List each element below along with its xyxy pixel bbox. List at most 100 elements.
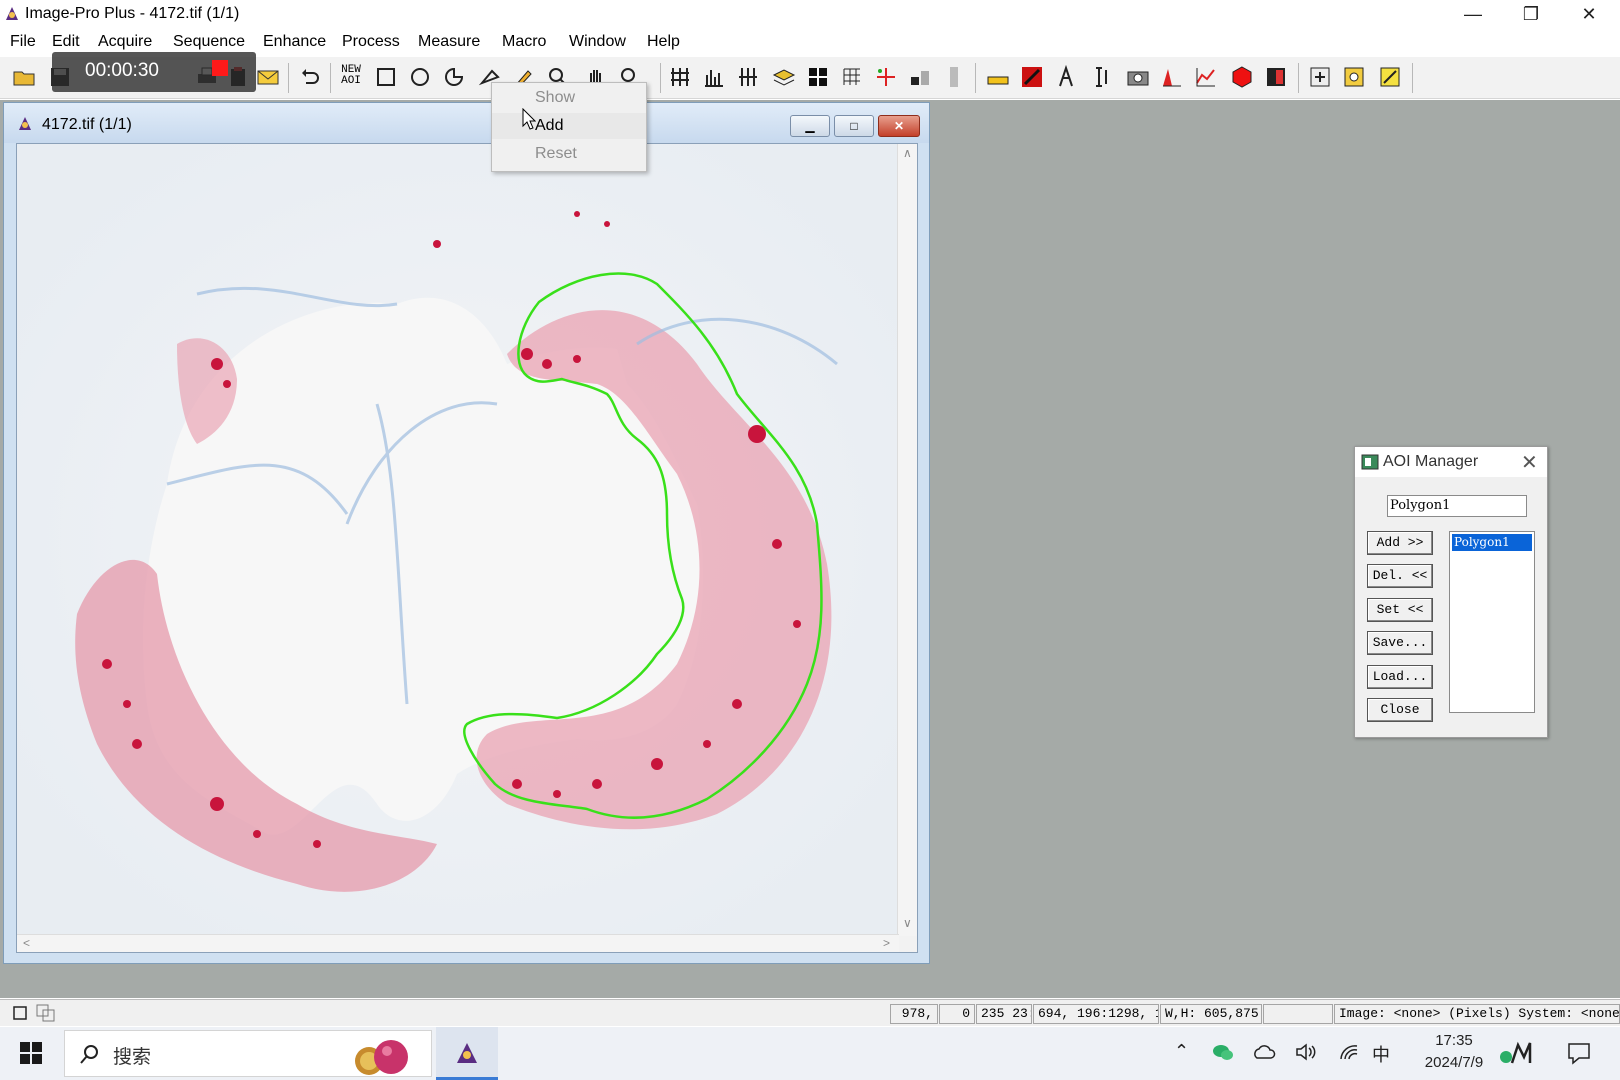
aoi-load-button[interactable]: Load... xyxy=(1367,665,1433,689)
aoi-save-button[interactable]: Save... xyxy=(1367,631,1433,655)
measure-bar-icon[interactable] xyxy=(908,65,932,89)
image-canvas[interactable]: ∧ ∨ < > xyxy=(16,143,918,953)
menu-item-add[interactable]: Add xyxy=(492,113,646,139)
status-blank xyxy=(1263,1004,1333,1024)
aoi-close-button[interactable]: Close xyxy=(1367,698,1433,722)
count-icon[interactable] xyxy=(874,65,898,89)
new-aoi-button[interactable]: NEW AOI xyxy=(338,65,364,89)
toolbar-separator xyxy=(330,63,331,93)
aoi-name-field[interactable]: Polygon1 xyxy=(1387,495,1527,517)
onedrive-cloud-icon[interactable] xyxy=(1252,1044,1276,1060)
close-button[interactable]: ✕ xyxy=(1560,0,1618,30)
image-maximize-button[interactable]: □ xyxy=(834,115,874,137)
menu-item-reset[interactable]: Reset xyxy=(492,141,646,167)
image-minimize-button[interactable]: ▁ xyxy=(790,115,830,137)
menu-edit[interactable]: Edit xyxy=(52,33,80,51)
image-close-button[interactable]: ✕ xyxy=(878,115,920,137)
grid-icon[interactable] xyxy=(840,65,864,89)
clock-date[interactable]: 2024/7/9 xyxy=(1410,1054,1498,1071)
aoi-close-icon[interactable]: ✕ xyxy=(1521,450,1538,475)
line-profile-icon[interactable] xyxy=(736,65,760,89)
aoi-list-item[interactable]: Polygon1 xyxy=(1452,534,1532,551)
status-single-view-icon[interactable] xyxy=(12,1005,28,1021)
vertical-scrollbar[interactable]: ∧ ∨ xyxy=(897,144,917,936)
menu-help[interactable]: Help xyxy=(647,33,680,51)
screen-recorder-overlay[interactable]: 00:00:30 xyxy=(52,52,256,92)
email-icon[interactable] xyxy=(256,65,280,89)
notification-icon[interactable] xyxy=(1567,1041,1591,1065)
status-cursor-x: 978, xyxy=(890,1004,938,1024)
menu-enhance[interactable]: Enhance xyxy=(263,33,326,51)
aoi-context-menu: Show Add Reset xyxy=(491,82,647,172)
ime-indicator[interactable]: 中 xyxy=(1372,1041,1390,1067)
edit-macro-icon[interactable] xyxy=(1378,65,1402,89)
tray-app-logo-icon[interactable] xyxy=(1498,1039,1534,1067)
network-icon[interactable] xyxy=(1338,1042,1360,1062)
grid-mask-icon[interactable] xyxy=(806,65,830,89)
taskbar-app-image-pro[interactable] xyxy=(436,1027,498,1080)
title-bar: Image-Pro Plus - 4172.tif (1/1) — ❐ ✕ xyxy=(0,0,1620,30)
image-pro-taskbar-icon xyxy=(457,1043,477,1063)
irregular-aoi-icon[interactable] xyxy=(442,65,466,89)
ellipse-aoi-icon[interactable] xyxy=(408,65,432,89)
aoi-delete-button[interactable]: Del. << xyxy=(1367,564,1433,588)
open-folder-icon[interactable] xyxy=(12,65,36,89)
toolbar-separator xyxy=(288,63,289,93)
windows-start-icon[interactable] xyxy=(20,1042,42,1064)
status-bounds: 694, 196:1298, 10 xyxy=(1033,1004,1159,1024)
menu-window[interactable]: Window xyxy=(569,33,626,51)
menu-sequence[interactable]: Sequence xyxy=(173,33,245,51)
histology-image[interactable] xyxy=(17,144,899,936)
wechat-icon[interactable] xyxy=(1212,1042,1234,1062)
menu-item-show[interactable]: Show xyxy=(492,85,646,111)
aoi-manager-titlebar[interactable]: AOI Manager ✕ xyxy=(1355,447,1547,477)
taskbar: 搜索 ⌃ 中 17:35 2024/7/9 xyxy=(0,1027,1620,1080)
status-calibration: Image: <none> (Pixels) System: <none> xyxy=(1334,1004,1620,1024)
scroll-up-icon[interactable]: ∧ xyxy=(903,146,912,160)
undo-icon[interactable] xyxy=(298,65,322,89)
3d-cube-icon[interactable] xyxy=(1230,65,1254,89)
aoi-add-button[interactable]: Add >> xyxy=(1367,531,1433,555)
camera-icon[interactable] xyxy=(1126,65,1150,89)
color-table-icon[interactable] xyxy=(1264,65,1288,89)
calibration-icon[interactable] xyxy=(668,65,692,89)
rectangle-aoi-icon[interactable] xyxy=(374,65,398,89)
search-icon xyxy=(80,1045,98,1064)
caliper-icon[interactable] xyxy=(1020,65,1044,89)
tray-chevron-up-icon[interactable]: ⌃ xyxy=(1174,1041,1189,1062)
menu-measure[interactable]: Measure xyxy=(418,33,480,51)
image-window[interactable]: 4172.tif (1/1) ▁ □ ✕ ∧ ∨ < > xyxy=(3,102,930,964)
menu-file[interactable]: File xyxy=(10,33,36,51)
menu-process[interactable]: Process xyxy=(342,33,400,51)
record-stop-icon[interactable] xyxy=(212,60,228,76)
taskbar-search-box[interactable]: 搜索 xyxy=(64,1030,432,1077)
volume-icon[interactable] xyxy=(1294,1042,1318,1062)
aoi-list[interactable]: Polygon1 xyxy=(1449,531,1535,713)
restore-button[interactable]: ❐ xyxy=(1502,0,1560,30)
macro-icon[interactable] xyxy=(1308,65,1332,89)
aoi-set-button[interactable]: Set << xyxy=(1367,598,1433,622)
text-annotation-icon[interactable] xyxy=(1056,65,1080,89)
minimize-button[interactable]: — xyxy=(1444,0,1502,30)
status-multi-view-icon[interactable] xyxy=(36,1004,56,1022)
aoi-manager-icon xyxy=(1361,454,1379,470)
histogram-red-icon[interactable] xyxy=(1160,65,1184,89)
line-measure-icon[interactable] xyxy=(1090,65,1114,89)
gradient-bar-icon[interactable] xyxy=(942,65,966,89)
line-chart-icon[interactable] xyxy=(1194,65,1218,89)
scroll-right-icon[interactable]: > xyxy=(883,936,890,950)
horizontal-scrollbar[interactable]: < > xyxy=(17,934,899,952)
script-icon[interactable] xyxy=(1342,65,1366,89)
histogram-icon[interactable] xyxy=(702,65,726,89)
image-pro-app-icon xyxy=(6,7,18,20)
scroll-down-icon[interactable]: ∨ xyxy=(903,916,912,930)
menu-macro[interactable]: Macro xyxy=(502,33,546,51)
toolbar-separator xyxy=(660,63,661,93)
status-rgb: 235 23: xyxy=(976,1004,1032,1024)
menu-acquire[interactable]: Acquire xyxy=(98,33,152,51)
scroll-left-icon[interactable]: < xyxy=(23,936,30,950)
ruler-icon[interactable] xyxy=(986,65,1010,89)
clock-time[interactable]: 17:35 xyxy=(1424,1032,1484,1049)
layers-icon[interactable] xyxy=(772,65,796,89)
image-window-titlebar[interactable]: 4172.tif (1/1) ▁ □ ✕ xyxy=(4,103,929,143)
